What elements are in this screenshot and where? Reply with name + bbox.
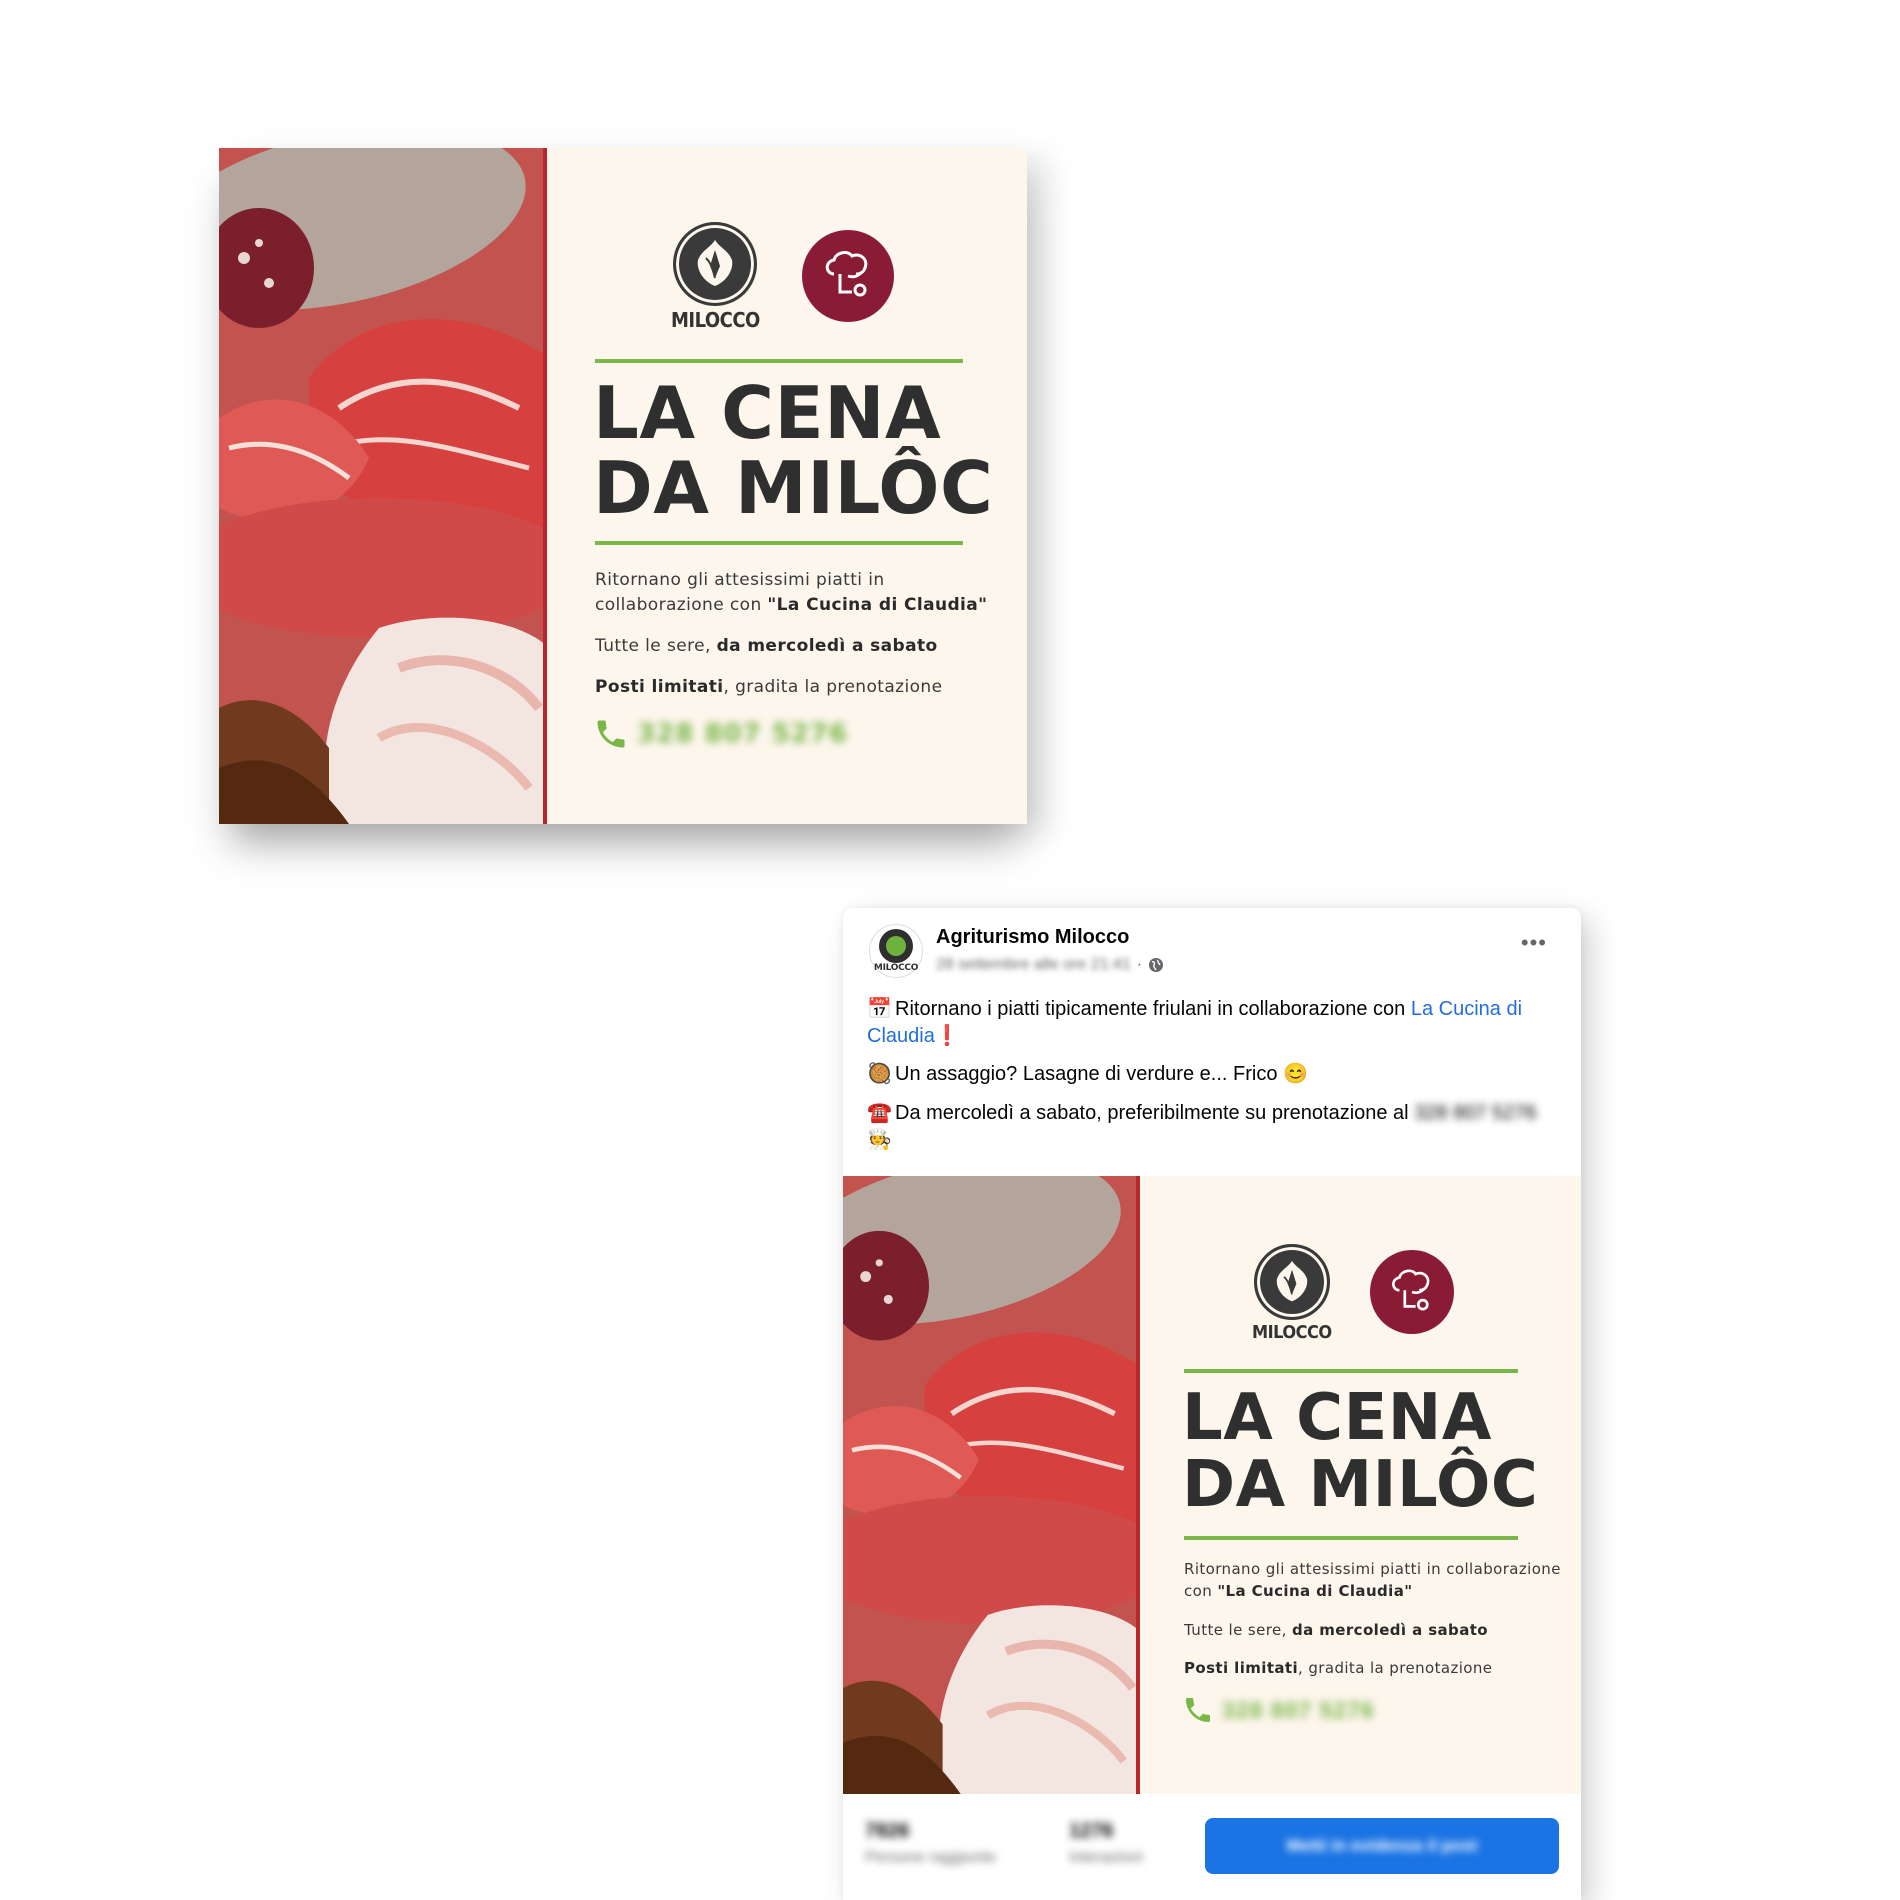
avatar-leaf-icon: [879, 929, 913, 963]
milocco-logo-text: MILOCCO: [671, 308, 760, 332]
post-bottom-green-rule: [1184, 1536, 1518, 1540]
post-flyer: MILOCCO LA CENA DA MILÔC Ritornano gli a…: [843, 1176, 1581, 1794]
charcuterie-photo: [219, 148, 547, 824]
post-meta: 28 settembre alle ore 21:41 ·: [936, 956, 1164, 974]
boost-post-button[interactable]: Metti in evidenza il post: [1205, 1818, 1559, 1874]
phone-icon: [597, 720, 625, 748]
telephone-icon: ☎️: [867, 1102, 892, 1124]
top-green-rule: [595, 359, 963, 363]
title-line-1: LA CENA: [593, 371, 942, 455]
page-avatar[interactable]: MILOCCO: [869, 924, 923, 978]
post-milocco-logo-icon: [1253, 1244, 1330, 1320]
globe-icon: [1149, 958, 1164, 972]
post-phone-number: 328 807 5276: [1414, 1102, 1537, 1124]
milocco-logo: MILOCCO: [671, 222, 760, 332]
post-flyer-paragraph-1: Ritornano gli attesissimi piatti in coll…: [1184, 1560, 1561, 1600]
interactions-stat[interactable]: 1276 Interazioni: [1069, 1820, 1143, 1867]
post-charcuterie-photo: [843, 1176, 1140, 1794]
post-milocco-logo: MILOCCO: [1252, 1244, 1332, 1343]
post-line-1: 📅 Ritornano i piatti tipicamente friulani…: [867, 998, 1523, 1047]
post-milocco-logo-text: MILOCCO: [1252, 1322, 1332, 1343]
title-line-2: DA MILÔC: [593, 445, 994, 530]
milocco-logo-icon: [673, 222, 758, 306]
charcuterie-illustration: [219, 148, 547, 824]
post-flyer-phone-number: 328 807 5276: [1222, 1696, 1375, 1723]
post-line-2: 🥘 Un assaggio? Lasagne di verdure e... Fr…: [867, 1061, 1541, 1088]
flyer-image: MILOCCO LA CENA DA MILÔC Ritornano gli a…: [219, 148, 1027, 824]
post-logos-row: MILOCCO: [1252, 1244, 1454, 1343]
post-flyer-paragraph-3: Posti limitati, gradita la prenotazione: [1184, 1659, 1493, 1677]
post-top-green-rule: [1184, 1369, 1518, 1373]
cucina-claudia-logo: [801, 230, 894, 322]
logos-row: MILOCCO: [671, 222, 894, 332]
post-chef-hat-icon: [1391, 1269, 1429, 1311]
chef-icon: 🧑‍🍳: [867, 1129, 892, 1151]
post-charcuterie-illustration: [843, 1176, 1140, 1794]
post-header: MILOCCO Agriturismo Milocco 28 settembre…: [843, 908, 1581, 998]
post-flyer-title: LA CENA DA MILÔC: [1182, 1381, 1539, 1522]
more-options-button[interactable]: •••: [1521, 930, 1547, 956]
flyer-phone: 328 807 5276: [593, 716, 848, 752]
post-flyer-paragraph-2: Tutte le sere, da mercoledì a sabato: [1184, 1621, 1488, 1639]
post-date[interactable]: 28 settembre alle ore 21:41: [936, 956, 1131, 974]
post-image[interactable]: MILOCCO LA CENA DA MILÔC Ritornano gli a…: [843, 1176, 1581, 1794]
post-footer: 7826 Persone raggiunte 1276 Interazioni …: [843, 1794, 1581, 1900]
post-phone-icon: [1186, 1698, 1210, 1722]
post-line-3: ☎️ Da mercoledì a sabato, preferibilmente…: [867, 1102, 1537, 1151]
page-name-link[interactable]: Agriturismo Milocco: [936, 926, 1129, 949]
post-flyer-phone: 328 807 5276: [1182, 1694, 1375, 1726]
post-flyer-text-panel: MILOCCO LA CENA DA MILÔC Ritornano gli a…: [1140, 1176, 1581, 1794]
post-cucina-claudia-logo: [1369, 1250, 1454, 1334]
exclamation-icon: ❗: [934, 1025, 960, 1047]
facebook-post-card: MILOCCO Agriturismo Milocco 28 settembre…: [843, 908, 1581, 1900]
calendar-icon: 📅: [867, 998, 892, 1020]
bottom-green-rule: [595, 541, 963, 545]
flyer-paragraph-3: Posti limitati, gradita la prenotazione: [595, 677, 943, 697]
flyer-title: LA CENA DA MILÔC: [593, 376, 993, 526]
reach-stat[interactable]: 7826 Persone raggiunte: [865, 1820, 996, 1867]
chef-hat-icon: [825, 251, 868, 297]
food-icon: 🥘: [867, 1063, 892, 1085]
flyer-paragraph-2: Tutte le sere, da mercoledì a sabato: [595, 636, 938, 656]
flyer-text-panel: MILOCCO LA CENA DA MILÔC Ritornano gli a…: [547, 148, 1027, 824]
avatar-text: MILOCCO: [873, 963, 919, 973]
flyer-paragraph-1: Ritornano gli attesissimi piatti in coll…: [595, 570, 988, 615]
smile-icon: 😊: [1283, 1063, 1308, 1085]
phone-number: 328 807 5276: [637, 719, 849, 749]
